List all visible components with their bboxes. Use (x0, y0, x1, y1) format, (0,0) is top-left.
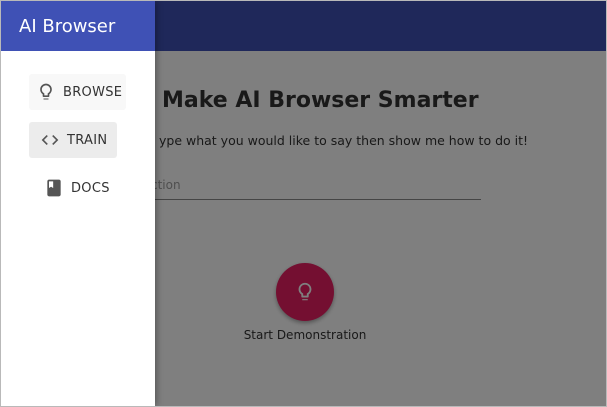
app-window: Make AI Browser Smarter ype what you wou… (0, 0, 607, 407)
nav-item-browse[interactable]: BROWSE (29, 74, 126, 110)
code-brackets-icon (39, 129, 61, 151)
drawer-title: AI Browser (19, 15, 116, 37)
nav-item-train[interactable]: TRAIN (29, 122, 117, 158)
nav-item-label: TRAIN (67, 132, 108, 148)
lightbulb-icon (35, 81, 57, 103)
nav-item-label: DOCS (71, 180, 110, 196)
nav-item-label: BROWSE (63, 84, 123, 100)
navigation-drawer: AI Browser BROWSE TRAIN DOCS (1, 1, 155, 406)
drawer-header: AI Browser (1, 1, 155, 51)
book-icon (43, 177, 65, 199)
nav-item-docs[interactable]: DOCS (41, 170, 121, 206)
